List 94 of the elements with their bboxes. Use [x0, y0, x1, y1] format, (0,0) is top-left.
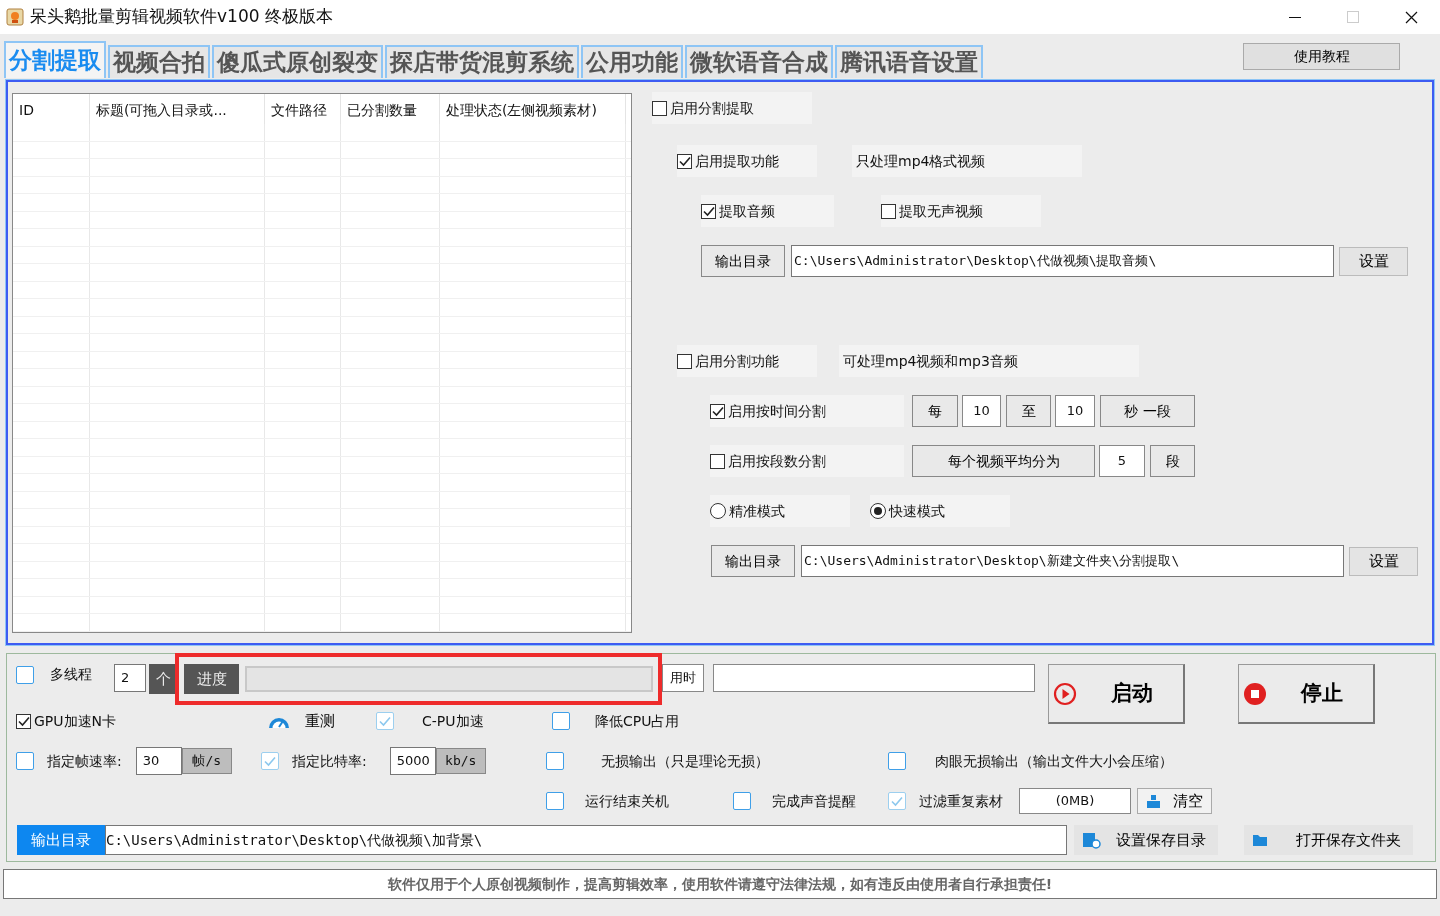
start-button[interactable]: 启动 — [1048, 664, 1185, 724]
split-count-button[interactable]: 每个视频平均分为 — [912, 445, 1095, 477]
checkbox-label: 指定帧速率: — [47, 751, 122, 771]
output-dir-button[interactable]: 输出目录 — [701, 245, 785, 277]
checkbox-label: 运行结束关机 — [585, 791, 669, 811]
path-field[interactable]: C:\Users\Administrator\Desktop\新建文件夹\分割提取\ — [801, 545, 1344, 577]
checkbox-label: 提取无声视频 — [899, 201, 983, 221]
output-dir-button[interactable]: 输出目录 — [711, 545, 795, 577]
checkbox[interactable] — [546, 752, 564, 770]
unit-label: 帧/s — [181, 748, 232, 774]
checkbox-label: 提取音频 — [719, 201, 775, 221]
checkbox[interactable] — [677, 353, 692, 369]
fps-field[interactable]: 30 — [135, 747, 182, 775]
to-button[interactable]: 至 — [1006, 395, 1051, 427]
play-icon — [1053, 681, 1077, 706]
folder-gear-icon — [1082, 831, 1102, 849]
broom-icon — [1146, 793, 1161, 809]
number-field[interactable]: 10 — [962, 395, 1001, 427]
checkbox-label: 完成声音提醒 — [772, 791, 856, 811]
folder-icon — [1252, 833, 1268, 847]
radio-button[interactable] — [870, 503, 886, 519]
unit-button[interactable]: 秒 一段 — [1100, 395, 1195, 427]
checkbox[interactable] — [710, 453, 725, 469]
checkbox[interactable] — [881, 203, 896, 219]
checkbox-label: C-PU加速 — [422, 711, 484, 731]
elapsed-field[interactable] — [713, 664, 1035, 692]
minimize-icon — [1289, 16, 1301, 18]
output-dir-label: 输出目录 — [17, 825, 105, 855]
checkbox[interactable] — [733, 792, 751, 810]
stop-icon — [1243, 681, 1267, 706]
tab[interactable]: 公用功能 — [581, 45, 683, 78]
progress-label: 进度 — [184, 664, 239, 694]
unit-label: kb/s — [435, 748, 486, 774]
checkbox-label: GPU加速N卡 — [34, 711, 116, 731]
set-save-dir-button[interactable]: 设置保存目录 — [1074, 825, 1218, 855]
checkbox[interactable] — [546, 792, 564, 810]
column-header: 处理状态(左侧视频素材) — [440, 94, 626, 124]
checkbox[interactable] — [710, 403, 725, 419]
bitrate-field[interactable]: 5000 — [389, 747, 436, 775]
number-field[interactable]: 5 — [1099, 445, 1145, 477]
thread-count-field[interactable]: 2 — [114, 664, 146, 692]
checkbox[interactable] — [701, 203, 716, 219]
tab[interactable]: 微软语音合成 — [685, 45, 833, 78]
checkbox-label: 启用提取功能 — [695, 151, 779, 171]
stop-button[interactable]: 停止 — [1238, 664, 1375, 724]
checkbox-label: 启用分割功能 — [695, 351, 779, 371]
checkbox-label: 指定比特率: — [292, 751, 367, 771]
unit-label: 个 — [149, 664, 177, 694]
checkbox-label: 无损输出（只是理论无损） — [601, 751, 769, 771]
tab[interactable]: 傻瓜式原创裂变 — [212, 45, 383, 78]
column-header: ID — [13, 94, 90, 124]
radio-button[interactable] — [710, 503, 726, 519]
checkbox[interactable] — [677, 153, 692, 169]
set-button[interactable]: 设置 — [1339, 246, 1408, 276]
tab[interactable]: 探店带货混剪系统 — [385, 45, 579, 78]
checkbox[interactable] — [16, 713, 31, 729]
every-button[interactable]: 每 — [912, 395, 958, 427]
note-text: 只处理mp4格式视频 — [852, 145, 1082, 177]
checkbox[interactable] — [16, 665, 34, 684]
tab[interactable]: 腾讯语音设置 — [835, 45, 983, 78]
unit-button[interactable]: 段 — [1150, 445, 1195, 477]
close-icon — [1404, 10, 1418, 24]
disclaimer-text: 软件仅用于个人原创视频制作，提高剪辑效率，使用软件请遵守法律法规，如有违反由使用者自行承担责任! — [3, 869, 1437, 899]
path-field[interactable]: C:\Users\Administrator\Desktop\代做视频\提取音频\ — [791, 245, 1334, 277]
checkbox-label: 快速模式 — [889, 501, 945, 521]
set-button[interactable]: 设置 — [1349, 546, 1418, 576]
checkbox-label: 启用按时间分割 — [728, 401, 826, 421]
column-header: 已分割数量 — [341, 94, 440, 124]
column-header: 文件路径 — [265, 94, 341, 124]
retest-button[interactable]: 重测 — [305, 706, 335, 736]
tutorial-button[interactable]: 使用教程 — [1243, 42, 1400, 70]
checkbox-label: 多线程 — [50, 665, 92, 684]
app-icon — [6, 8, 24, 26]
checkbox[interactable] — [552, 712, 570, 730]
checkbox-label: 降低CPU占用 — [595, 711, 680, 731]
note-text: 可处理mp4视频和mp3音频 — [839, 345, 1139, 377]
maximize-icon — [1347, 11, 1359, 23]
elapsed-label: 用时 — [662, 664, 704, 692]
path-field[interactable]: C:\Users\Administrator\Desktop\代做视频\加背景\ — [105, 825, 1067, 855]
checkbox-label: 过滤重复素材 — [919, 791, 1003, 811]
window-title: 呆头鹅批量剪辑视频软件v100 终极版本 — [30, 5, 334, 29]
checkbox[interactable] — [888, 752, 906, 770]
checkbox-label: 肉眼无损输出（输出文件大小会压缩） — [935, 751, 1173, 771]
number-field[interactable]: 10 — [1055, 395, 1095, 427]
checkbox-label: 精准模式 — [729, 501, 785, 521]
column-header: 标题(可拖入目录或... — [90, 94, 265, 124]
checkbox-label: 启用按段数分割 — [728, 451, 826, 471]
tab[interactable]: 视频合拍 — [108, 45, 210, 78]
checkbox[interactable] — [16, 752, 34, 770]
size-field: (0MB) — [1019, 788, 1131, 814]
open-folder-button[interactable]: 打开保存文件夹 — [1244, 825, 1413, 855]
checkbox-label: 启用分割提取 — [670, 98, 754, 118]
clear-button[interactable]: 清空 — [1137, 788, 1212, 814]
checkbox[interactable] — [652, 100, 667, 116]
